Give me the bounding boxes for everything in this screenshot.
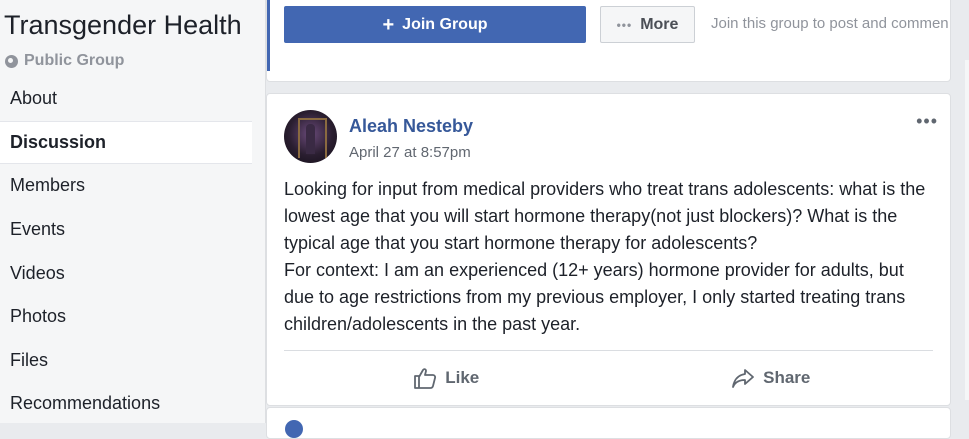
globe-icon <box>5 54 18 68</box>
avatar-figure-shape <box>306 124 315 154</box>
group-action-bar: + Join Group ••• More Join this group to… <box>266 0 951 82</box>
more-label: More <box>640 15 679 33</box>
nav-item-discussion[interactable]: Discussion <box>0 120 252 165</box>
share-button[interactable]: Share <box>609 356 934 400</box>
post-paragraph: For context: I am an experienced (12+ ye… <box>284 260 906 334</box>
more-button[interactable]: ••• More <box>600 6 695 43</box>
next-post-card <box>266 407 951 439</box>
group-privacy-label: Public Group <box>24 52 125 69</box>
thumbs-up-icon <box>414 368 437 389</box>
group-nav: About Discussion Members Events Videos P… <box>0 77 252 426</box>
post-card: Aleah Nesteby April 27 at 8:57pm ••• Loo… <box>266 93 951 406</box>
group-sidebar: Transgender Health Public Group About Di… <box>0 0 266 423</box>
nav-item-members[interactable]: Members <box>0 164 252 208</box>
ellipsis-icon: ••• <box>616 17 633 32</box>
scroll-track[interactable] <box>965 60 969 400</box>
active-indicator <box>267 0 270 71</box>
share-label: Share <box>763 368 811 387</box>
nav-item-photos[interactable]: Photos <box>0 295 252 339</box>
post-divider <box>284 350 933 351</box>
like-button[interactable]: Like <box>284 356 609 400</box>
group-privacy: Public Group <box>5 52 124 70</box>
nav-item-events[interactable]: Events <box>0 208 252 252</box>
plus-icon: + <box>382 13 395 36</box>
nav-item-videos[interactable]: Videos <box>0 251 252 295</box>
post-timestamp[interactable]: April 27 at 8:57pm <box>349 144 471 161</box>
join-hint-text: Join this group to post and commen <box>711 15 949 32</box>
nav-item-about[interactable]: About <box>0 77 252 121</box>
nav-item-recommendations[interactable]: Recommendations <box>0 382 252 426</box>
nav-item-files[interactable]: Files <box>0 339 252 383</box>
right-column-edge <box>951 0 969 423</box>
post-options-icon[interactable]: ••• <box>916 112 938 130</box>
post-body: Looking for input from medical providers… <box>284 176 934 338</box>
join-group-button[interactable]: + Join Group <box>284 6 586 43</box>
join-group-label: Join Group <box>402 15 488 33</box>
group-title[interactable]: Transgender Health <box>4 10 242 41</box>
author-avatar[interactable] <box>284 110 337 163</box>
post-paragraph: Looking for input from medical providers… <box>284 179 926 253</box>
post-author-name[interactable]: Aleah Nesteby <box>349 116 473 137</box>
share-arrow-icon <box>732 369 755 388</box>
like-label: Like <box>445 368 480 387</box>
post-actions: Like Share <box>284 356 933 400</box>
